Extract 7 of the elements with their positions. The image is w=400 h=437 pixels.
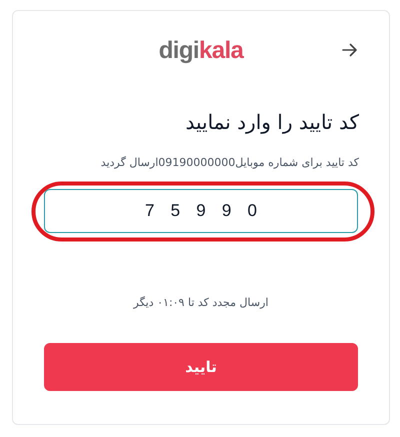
code-field[interactable]: 75990	[44, 188, 358, 232]
page-title: کد تایید را وارد نمایید	[184, 109, 359, 136]
confirm-button[interactable]: تایید	[44, 343, 358, 391]
instruction-text: کد تایید برای شماره موبایل09190000000ارسال گردید	[100, 155, 359, 171]
resend-timer-text: ارسال مجدد کد تا ۰۱:۰۹ دیگر	[134, 294, 268, 311]
logo: digikala	[158, 36, 244, 66]
arrow-right-icon[interactable]	[342, 43, 358, 57]
